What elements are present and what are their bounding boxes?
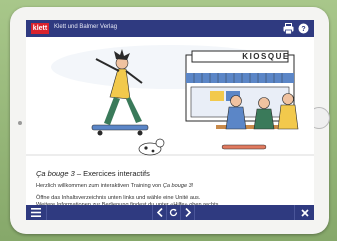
hamburger-menu-icon — [31, 208, 41, 217]
publisher-name: Klett und Balmer Verlag — [54, 24, 118, 30]
bottom-toolbar — [26, 205, 314, 220]
previous-button[interactable] — [153, 205, 166, 220]
page-title: Ça bouge 3 – Exercices interactifs — [36, 169, 306, 178]
app-screen: klett Klett und Balmer Verlag ? KIOSQUE … — [26, 20, 314, 220]
close-icon — [300, 208, 309, 217]
help-icon[interactable]: ? — [297, 22, 310, 35]
chevron-left-icon — [156, 207, 163, 218]
svg-text:?: ? — [301, 26, 305, 33]
reload-button[interactable] — [167, 205, 180, 220]
welcome-suffix: ! — [191, 183, 194, 189]
toolbar-divider — [194, 205, 195, 220]
publisher-logo: klett — [31, 23, 49, 34]
chevron-right-icon — [184, 207, 191, 218]
welcome-text: Herzlich willkommen zum interaktiven Tra… — [36, 183, 306, 190]
top-bar: klett Klett und Balmer Verlag ? — [26, 20, 314, 37]
kiosk-sign: KIOSQUE — [242, 52, 290, 61]
menu-button[interactable] — [26, 205, 46, 220]
title-suffix: – Exercices interactifs — [74, 169, 150, 178]
toolbar-divider — [46, 205, 47, 220]
title-book-name: Ça bouge 3 — [36, 169, 75, 178]
welcome-book-name: Ça bouge 3 — [162, 183, 192, 189]
reload-icon — [169, 208, 178, 217]
welcome-prefix: Herzlich willkommen zum interaktiven Tra… — [36, 183, 163, 189]
print-icon[interactable] — [282, 22, 295, 35]
instruction-line-1: Öffne das Inhaltsverzeichnis unten links… — [36, 195, 201, 201]
tablet-camera — [18, 121, 22, 125]
next-button[interactable] — [181, 205, 194, 220]
close-button[interactable] — [295, 205, 314, 220]
